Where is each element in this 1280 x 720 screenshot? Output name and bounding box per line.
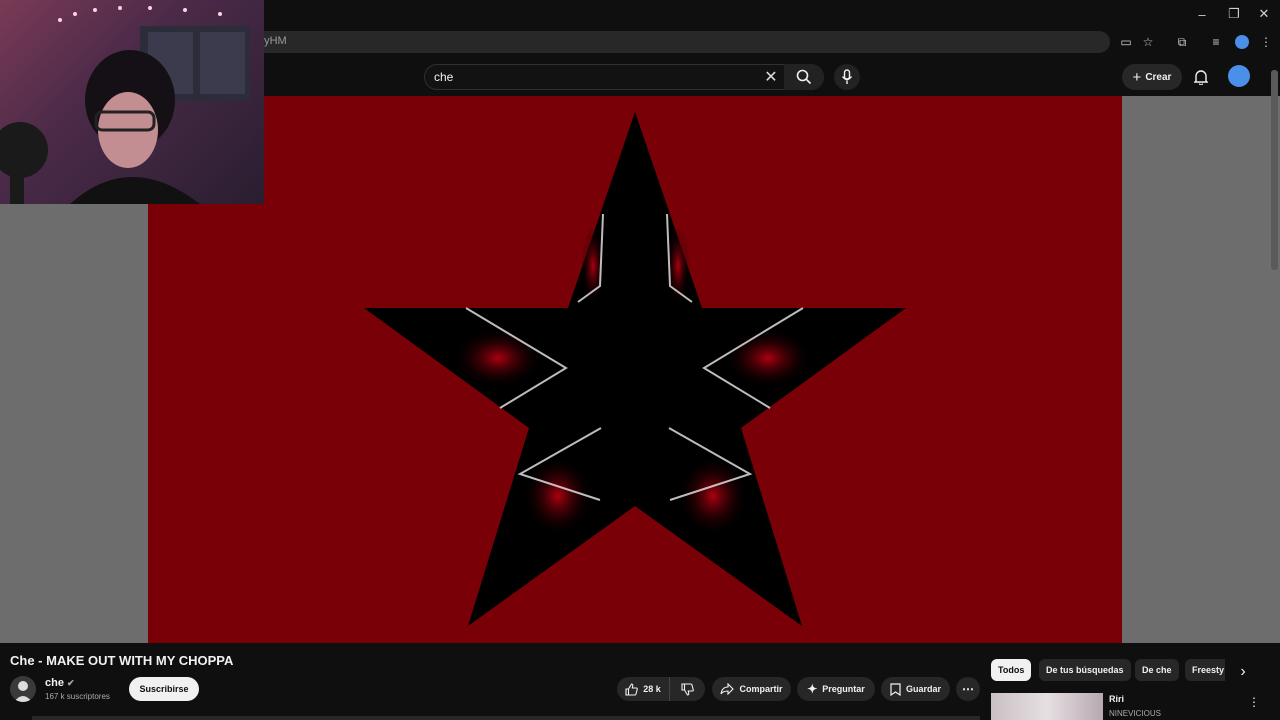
subscriber-count: 167 k suscriptores [45, 692, 110, 701]
description-box-edge [32, 716, 980, 720]
share-icon [720, 683, 735, 695]
star-arm-texture [453, 328, 543, 388]
browser-menu-icon[interactable]: ⋮ [1256, 33, 1276, 51]
recommended-video-channel: NINEVICIOUS [1109, 709, 1162, 718]
video-title: Che - MAKE OUT WITH MY CHOPPA [10, 653, 234, 668]
channel-avatar-image [14, 681, 32, 702]
dislike-button[interactable] [669, 677, 705, 701]
bell-icon [1194, 70, 1208, 85]
channel-avatar[interactable] [10, 676, 36, 702]
like-count: 28 k [643, 684, 661, 694]
search-icon [796, 69, 812, 85]
restore-button[interactable]: ❐ [1218, 0, 1250, 28]
star-shape [364, 112, 906, 626]
chip-todos[interactable]: Todos [991, 659, 1032, 681]
notifications-button[interactable] [1190, 66, 1212, 88]
share-button[interactable]: Compartir [712, 677, 791, 701]
voice-search-button[interactable] [834, 64, 860, 90]
webcam-feed [0, 6, 250, 204]
chevron-right-icon[interactable]: › [1233, 662, 1253, 682]
bookmark-icon [890, 682, 901, 696]
create-button[interactable]: + Crear [1122, 64, 1182, 90]
recommended-video-thumbnail[interactable] [991, 693, 1103, 720]
share-label: Compartir [739, 684, 783, 694]
more-vertical-icon[interactable]: ⋮ [1248, 694, 1260, 710]
minimize-button[interactable]: – [1186, 0, 1218, 28]
ask-button[interactable]: ✦ Preguntar [797, 677, 875, 701]
browser-profile-avatar[interactable] [1235, 35, 1249, 49]
thumbs-up-icon [625, 682, 639, 696]
search-query-text: che [434, 70, 454, 84]
thumbs-down-icon [681, 682, 694, 696]
subscribe-button[interactable]: Suscribirse [129, 677, 199, 701]
video-player[interactable] [148, 96, 1122, 643]
chip-de-tus-busquedas[interactable]: De tus búsquedas [1039, 659, 1131, 681]
like-button[interactable]: 28 k [617, 677, 669, 701]
channel-name[interactable]: che ✔ [45, 677, 75, 689]
chip-freestyle[interactable]: Freesty [1185, 659, 1225, 681]
video-frame [364, 112, 906, 626]
url-field[interactable] [240, 31, 1110, 53]
page-scrollbar[interactable] [1271, 70, 1278, 270]
microphone-icon [841, 69, 853, 84]
more-horizontal-icon: ⋯ [962, 682, 974, 696]
star-arm-texture [723, 328, 813, 388]
more-actions-button[interactable]: ⋯ [956, 677, 980, 701]
ask-label: Preguntar [822, 684, 865, 694]
star-arm-texture [523, 456, 593, 536]
bookmark-star-icon[interactable]: ☆ [1138, 33, 1158, 51]
sparkle-icon: ✦ [807, 682, 818, 696]
save-label: Guardar [905, 684, 941, 694]
search-button[interactable] [784, 64, 824, 90]
verified-badge-icon: ✔ [67, 678, 75, 688]
plus-icon: + [1132, 68, 1142, 86]
close-window-button[interactable]: ✕ [1248, 0, 1280, 28]
create-label: Crear [1145, 71, 1172, 83]
chip-de-che[interactable]: De che [1135, 659, 1179, 681]
recommended-video-title[interactable]: Riri [1109, 694, 1124, 704]
cast-icon[interactable]: ▭ [1116, 33, 1136, 51]
save-button[interactable]: Guardar [881, 677, 950, 701]
clear-search-icon[interactable]: ✕ [762, 67, 780, 87]
media-control-icon[interactable]: ≡ [1206, 33, 1226, 51]
extensions-icon[interactable]: ⧉ [1172, 33, 1192, 51]
account-avatar[interactable] [1228, 65, 1250, 87]
webcam-overlay [0, 0, 264, 204]
